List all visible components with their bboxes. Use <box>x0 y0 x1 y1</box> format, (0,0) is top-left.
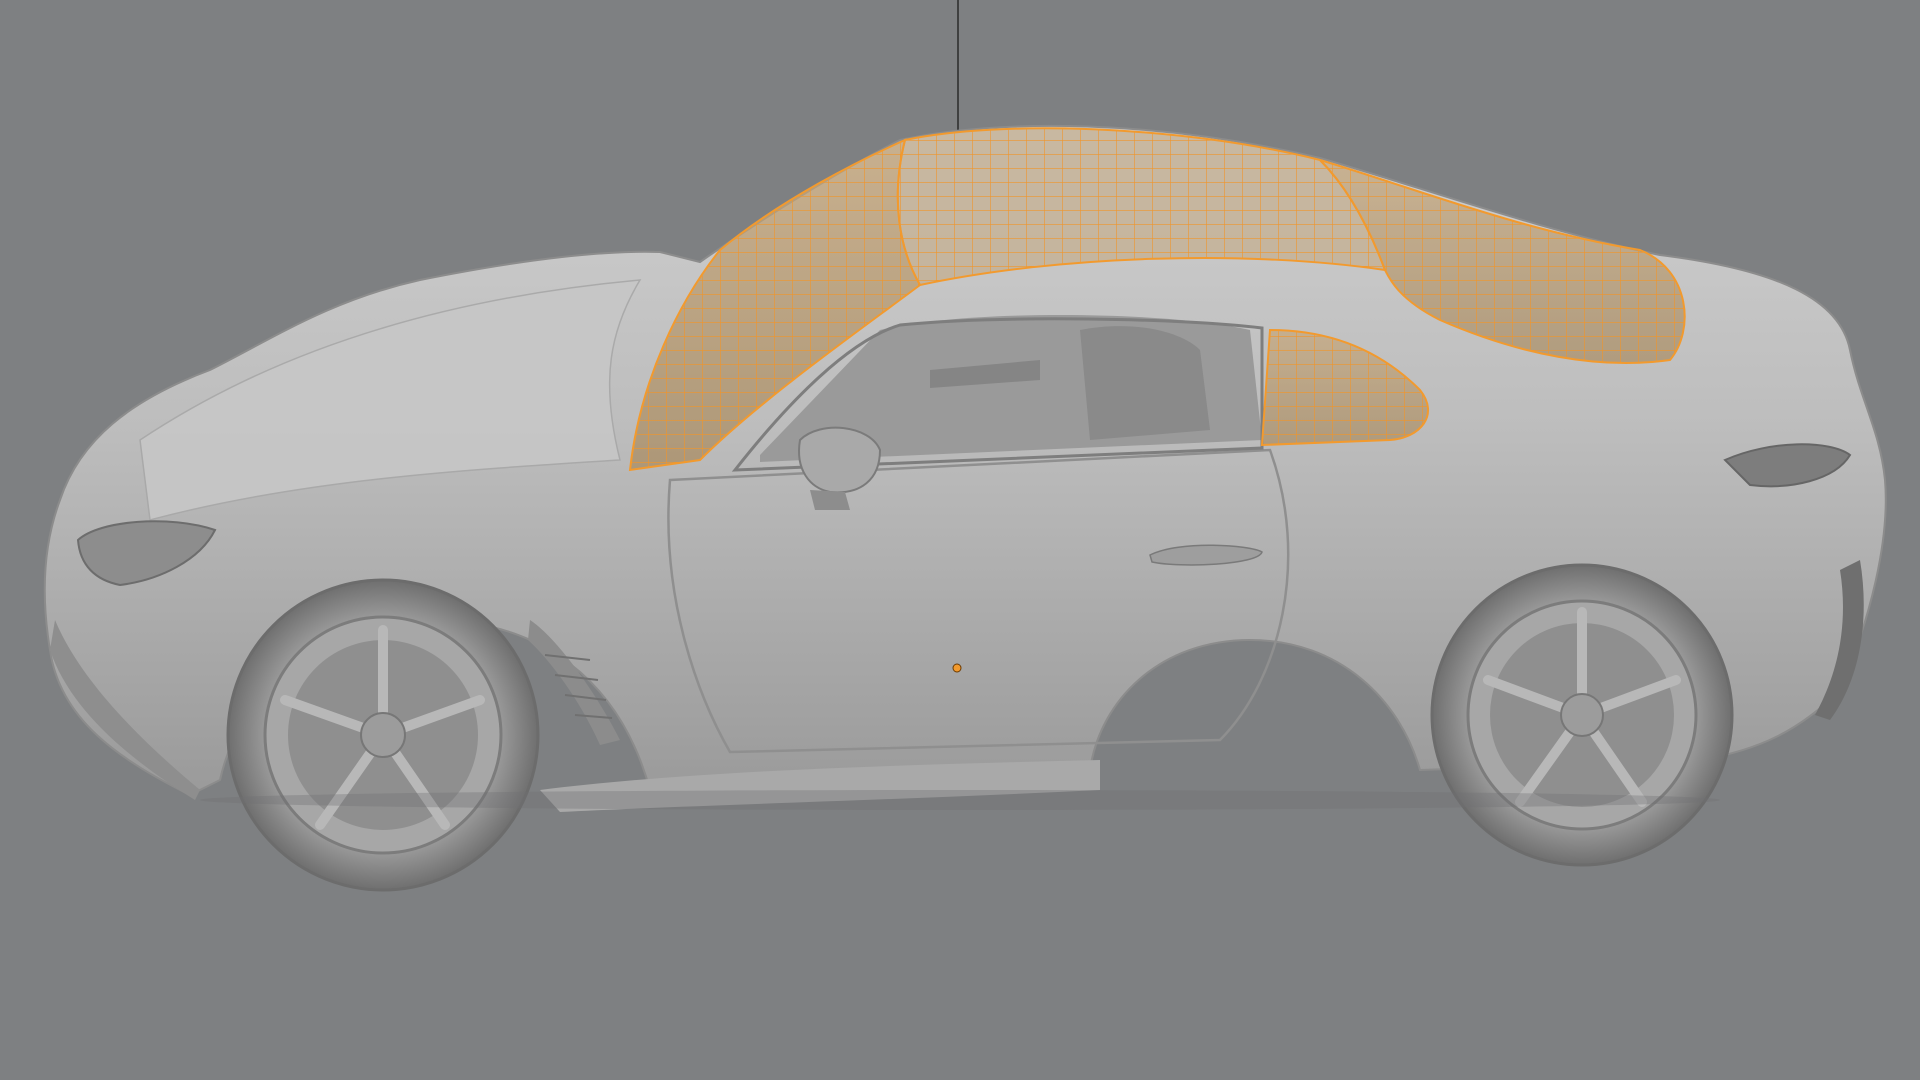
viewport-canvas[interactable] <box>0 0 1920 1080</box>
rear-wheel[interactable] <box>1430 563 1734 867</box>
3d-viewport[interactable] <box>0 0 1920 1080</box>
front-wheel[interactable] <box>226 578 540 892</box>
object-origin[interactable] <box>952 663 962 673</box>
